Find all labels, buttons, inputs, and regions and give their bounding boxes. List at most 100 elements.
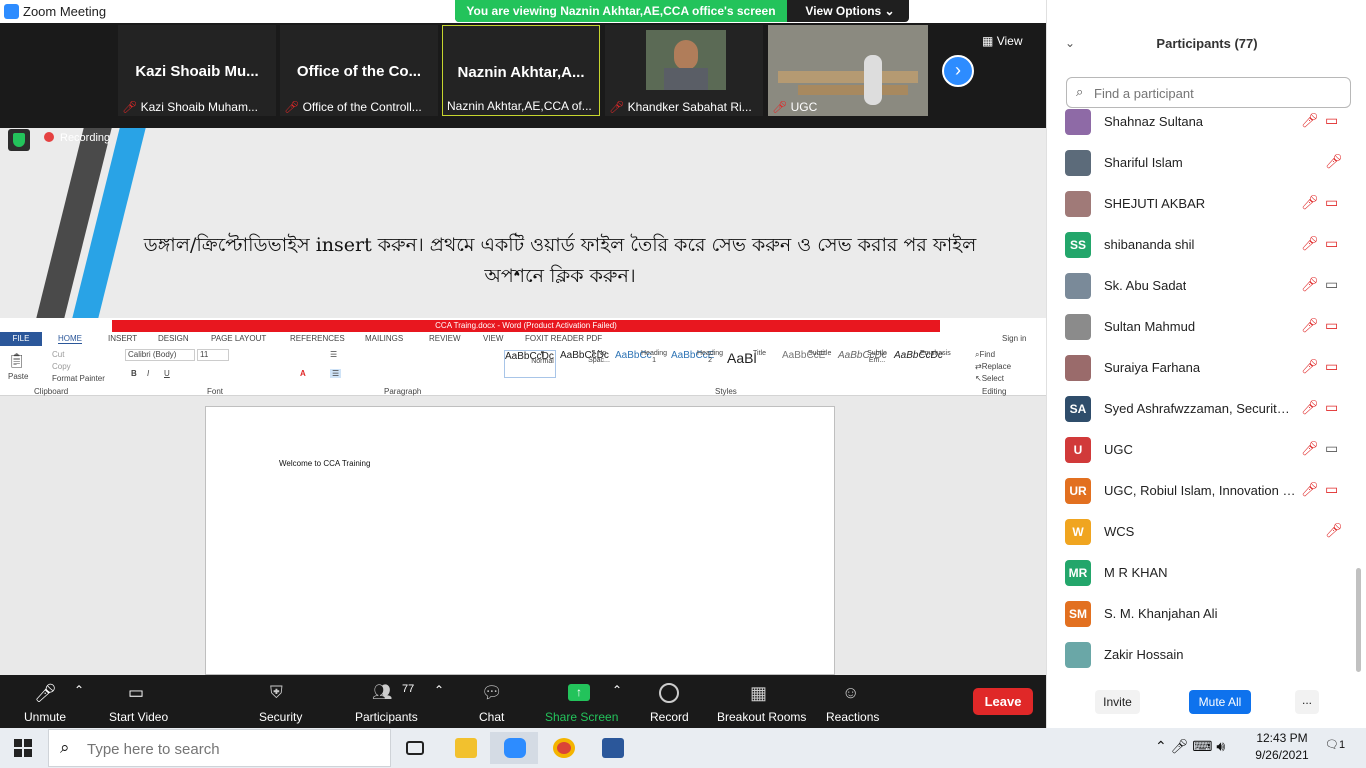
- video-tile-active-speaker[interactable]: Naznin Akhtar,A... Naznin Akhtar,AE,CCA …: [442, 25, 600, 116]
- record-button[interactable]: Record: [645, 675, 695, 728]
- style-subtitle[interactable]: AaBbCcE Subtitle: [782, 350, 834, 378]
- underline-button[interactable]: U: [164, 369, 170, 378]
- tab-view[interactable]: VIEW: [483, 334, 503, 343]
- cut-button[interactable]: Cut: [52, 350, 64, 359]
- share-options-caret[interactable]: ⌃: [612, 683, 622, 697]
- video-off-icon[interactable]: ▭: [1325, 317, 1338, 334]
- video-tile[interactable]: 🎤︎ UGC: [768, 25, 928, 116]
- tab-review[interactable]: REVIEW: [429, 334, 461, 343]
- document-text[interactable]: Welcome to CCA Training: [279, 459, 370, 468]
- align-left-icon[interactable]: ☰: [330, 369, 342, 378]
- video-tile[interactable]: Kazi Shoaib Mu... 🎤︎ Kazi Shoaib Muham..…: [118, 25, 276, 116]
- muted-mic-icon[interactable]: 🎤︎: [1301, 358, 1319, 375]
- video-tile[interactable]: Office of the Co... 🎤︎ Office of the Con…: [280, 25, 438, 116]
- more-options-button[interactable]: ...: [1295, 690, 1319, 714]
- taskbar-search-input[interactable]: [87, 739, 377, 759]
- replace-button[interactable]: ⇄ Replace: [975, 362, 1011, 371]
- style-normal[interactable]: AaBbCcDc ¶ Normal: [504, 350, 556, 378]
- muted-mic-icon[interactable]: 🎤︎: [1325, 153, 1343, 170]
- video-tile[interactable]: 🎤︎ Khandker Sabahat Ri...: [605, 25, 763, 116]
- tab-home[interactable]: HOME: [58, 334, 82, 344]
- muted-mic-icon[interactable]: 🎤︎: [1301, 194, 1319, 211]
- font-color-button[interactable]: A: [300, 369, 306, 378]
- format-painter-button[interactable]: Format Painter: [52, 374, 105, 383]
- find-button[interactable]: ⌕ Find: [975, 350, 995, 360]
- participant-row[interactable]: SM S. M. Khanjahan Ali: [1047, 592, 1366, 633]
- copy-button[interactable]: Copy: [52, 362, 71, 371]
- taskbar-search-field[interactable]: ⌕: [48, 729, 391, 767]
- view-options-button[interactable]: View Options ⌄: [791, 0, 909, 22]
- participant-row[interactable]: UR UGC, Robiul Islam, Innovation F... 🎤︎ ▭: [1047, 469, 1366, 510]
- participant-row[interactable]: W WCS 🎤︎: [1047, 510, 1366, 551]
- muted-mic-icon[interactable]: 🎤︎: [1301, 481, 1319, 498]
- participant-row[interactable]: SHEJUTI AKBAR 🎤︎ ▭: [1047, 182, 1366, 223]
- next-page-button[interactable]: ›: [942, 55, 974, 87]
- bullets-icon[interactable]: ☰: [330, 350, 337, 359]
- system-tray[interactable]: ⌃ 🎤︎ ⌨ 🔊︎: [1155, 738, 1225, 755]
- video-off-icon[interactable]: ▭: [1325, 194, 1338, 211]
- style-emphasis[interactable]: AaBbCcDc Emphasis: [894, 350, 951, 378]
- participants-options-caret[interactable]: ⌃: [434, 683, 444, 697]
- notifications-button[interactable]: 🗨︎1: [1325, 738, 1349, 758]
- muted-mic-icon[interactable]: 🎤︎: [1301, 317, 1319, 334]
- video-off-icon[interactable]: ▭: [1325, 481, 1338, 498]
- participant-row[interactable]: U UGC 🎤︎ ▭: [1047, 428, 1366, 469]
- participants-button[interactable]: 👥︎ 77 Participants: [348, 675, 428, 728]
- participant-row[interactable]: Sultan Mahmud 🎤︎ ▭: [1047, 305, 1366, 346]
- participant-row[interactable]: Shahnaz Sultana 🎤︎ ▭: [1047, 100, 1366, 141]
- video-off-icon[interactable]: ▭: [1325, 358, 1338, 375]
- encryption-shield-icon[interactable]: [8, 129, 30, 151]
- participant-row[interactable]: Suraiya Farhana 🎤︎ ▭: [1047, 346, 1366, 387]
- participant-row[interactable]: MR M R KHAN: [1047, 551, 1366, 592]
- video-off-icon[interactable]: ▭: [1325, 399, 1338, 416]
- start-video-button[interactable]: ▭ Start Video: [100, 675, 180, 728]
- video-off-icon[interactable]: ▭: [1325, 235, 1338, 252]
- video-icon[interactable]: ▭: [1325, 276, 1338, 293]
- muted-mic-icon[interactable]: 🎤︎: [1325, 522, 1343, 539]
- style-subtle-emphasis[interactable]: AaBbCcDc Subtle Em...: [838, 350, 890, 378]
- video-off-icon[interactable]: ▭: [1325, 112, 1338, 129]
- participants-scrollbar[interactable]: [1356, 568, 1361, 672]
- italic-button[interactable]: I: [147, 369, 149, 378]
- chat-button[interactable]: 💬︎ Chat: [470, 675, 515, 728]
- word-app-icon[interactable]: [588, 732, 636, 764]
- muted-mic-icon[interactable]: 🎤︎: [1301, 440, 1319, 457]
- sign-in-link[interactable]: Sign in: [1002, 334, 1026, 343]
- reactions-button[interactable]: ☺ Reactions: [820, 675, 885, 728]
- font-name-select[interactable]: Calibri (Body): [125, 349, 195, 361]
- tab-foxit[interactable]: FOXIT READER PDF: [525, 334, 602, 343]
- paste-button[interactable]: Paste: [8, 372, 28, 381]
- font-size-select[interactable]: 11: [197, 349, 229, 361]
- participant-row[interactable]: SA Syed Ashrafwzzaman, Security ... 🎤︎ ▭: [1047, 387, 1366, 428]
- breakout-rooms-button[interactable]: ▦ Breakout Rooms: [712, 675, 812, 728]
- document-page[interactable]: Welcome to CCA Training: [205, 406, 835, 675]
- windows-start-icon[interactable]: [14, 739, 32, 757]
- share-screen-button[interactable]: ↑ Share Screen: [540, 675, 620, 728]
- bold-button[interactable]: B: [131, 369, 137, 378]
- tab-design[interactable]: DESIGN: [158, 334, 189, 343]
- video-icon[interactable]: ▭: [1325, 440, 1338, 457]
- style-heading-2[interactable]: AaBbCcE Heading 2: [671, 350, 723, 378]
- muted-mic-icon[interactable]: 🎤︎: [1301, 235, 1319, 252]
- view-button[interactable]: ▦ View: [982, 29, 1038, 53]
- tab-references[interactable]: REFERENCES: [290, 334, 345, 343]
- tab-insert[interactable]: INSERT: [108, 334, 137, 343]
- task-view-icon[interactable]: [392, 732, 440, 764]
- audio-options-caret[interactable]: ⌃: [74, 683, 84, 697]
- tab-mailings[interactable]: MAILINGS: [365, 334, 403, 343]
- participant-row[interactable]: Sk. Abu Sadat 🎤︎ ▭: [1047, 264, 1366, 305]
- select-button[interactable]: ↖ Select: [975, 374, 1004, 383]
- style-heading-1[interactable]: AaBbCc Heading 1: [615, 350, 667, 378]
- leave-button[interactable]: Leave: [973, 688, 1033, 715]
- participant-row[interactable]: SS shibananda shil 🎤︎ ▭: [1047, 223, 1366, 264]
- muted-mic-icon[interactable]: 🎤︎: [1301, 276, 1319, 293]
- style-no-spacing[interactable]: AaBbCcDc ¶ No Spac...: [560, 350, 612, 378]
- chrome-icon[interactable]: [539, 732, 587, 764]
- participant-row[interactable]: Shariful Islam 🎤︎: [1047, 141, 1366, 182]
- zoom-app-icon[interactable]: [490, 732, 538, 764]
- recording-indicator[interactable]: Recording: [44, 132, 110, 144]
- invite-button[interactable]: Invite: [1095, 690, 1140, 714]
- style-title[interactable]: AaBl Title: [727, 350, 779, 378]
- file-explorer-icon[interactable]: [441, 732, 489, 764]
- tab-file[interactable]: FILE: [0, 332, 42, 346]
